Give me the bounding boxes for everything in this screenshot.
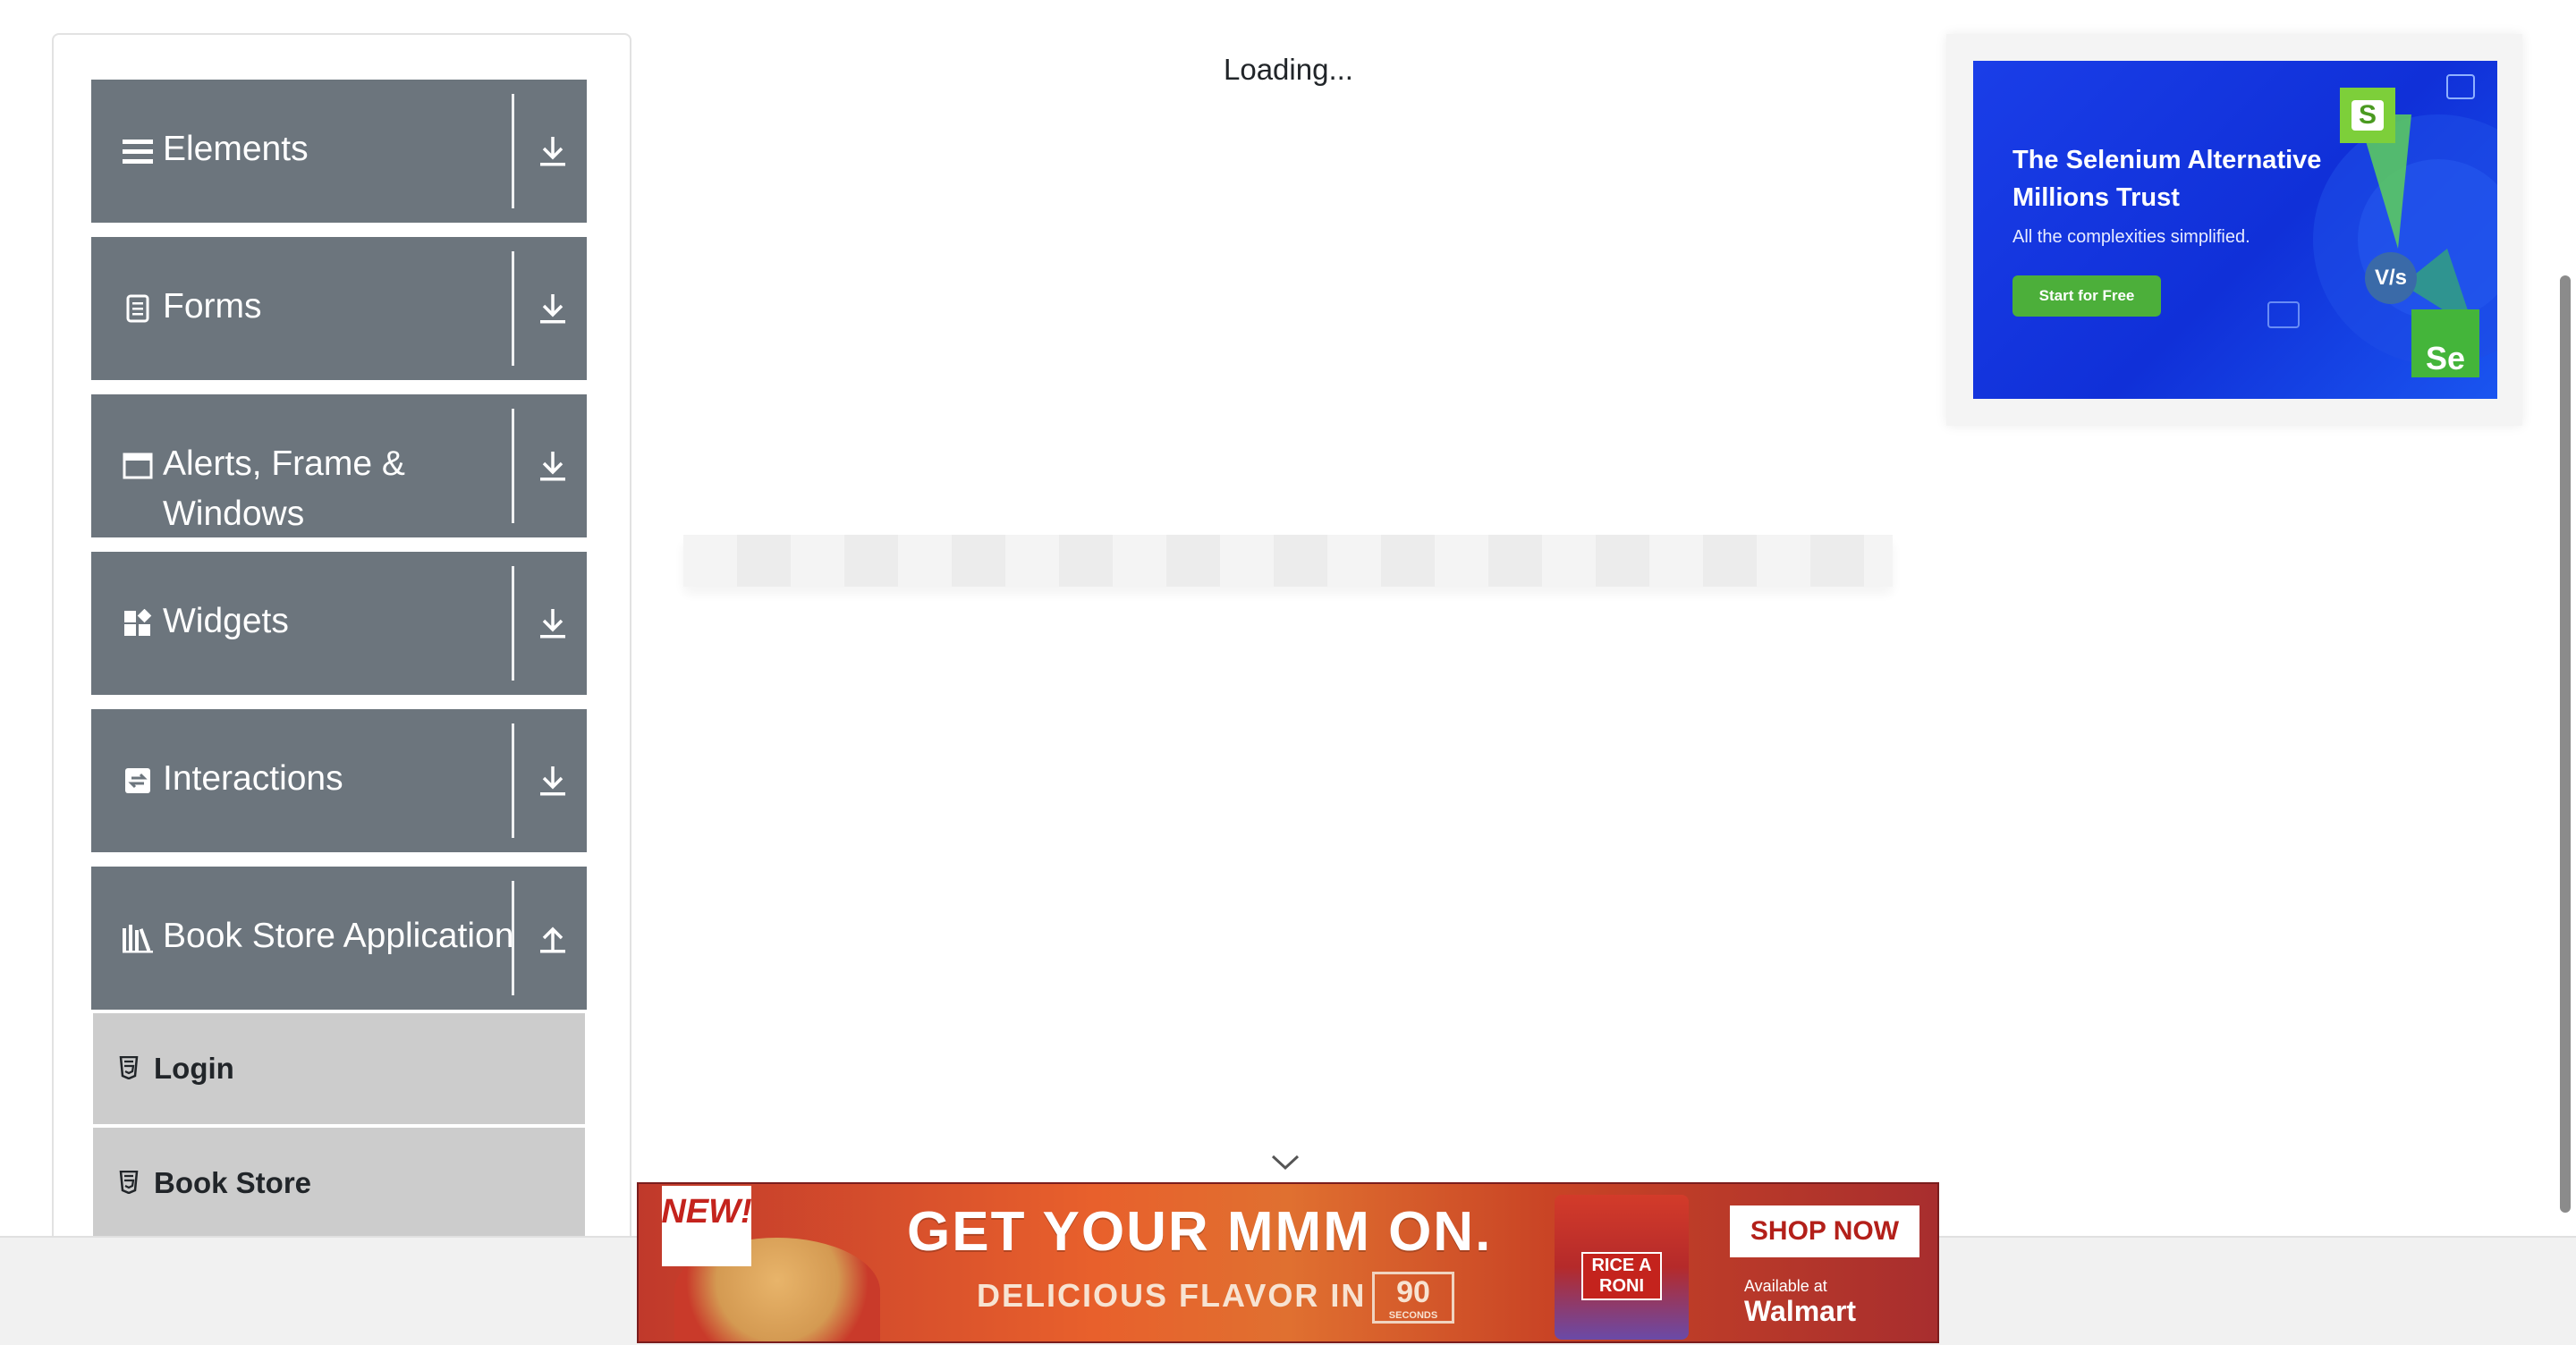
ad-subline: DELICIOUS FLAVOR IN <box>977 1277 1367 1314</box>
product-package-image: RICE A RONI <box>1555 1195 1689 1340</box>
group-header-forms[interactable]: Forms <box>91 237 587 380</box>
divider <box>512 723 514 838</box>
group-title: Book Store Application <box>163 917 514 955</box>
document-icon <box>122 289 154 328</box>
start-for-free-button[interactable]: Start for Free <box>2012 275 2161 317</box>
left-sidebar: Elements Forms Alerts, Frame & Windows W… <box>52 33 631 1287</box>
window-icon <box>122 446 154 486</box>
divider <box>512 94 514 208</box>
menu-item-login[interactable]: Login <box>93 1013 585 1124</box>
widgets-icon <box>122 604 154 643</box>
download-arrow-icon[interactable] <box>519 754 587 808</box>
group-title: Forms <box>163 287 262 326</box>
seconds-value: 90 <box>1396 1275 1430 1309</box>
group-header-alerts-frame-windows[interactable]: Alerts, Frame & Windows <box>91 394 587 537</box>
upload-arrow-icon[interactable] <box>519 911 587 965</box>
html5-icon <box>118 1054 140 1081</box>
download-arrow-icon[interactable] <box>519 282 587 335</box>
right-ad-frame: The Selenium Alternative Millions Trust … <box>1946 34 2522 426</box>
brand-label: RICE A RONI <box>1581 1252 1662 1300</box>
versus-badge: V/s <box>2365 252 2417 304</box>
group-header-elements[interactable]: Elements <box>91 80 587 223</box>
seconds-label: SECONDS <box>1388 1310 1438 1321</box>
selenium-logo-icon: Se <box>2411 309 2479 377</box>
ad-headline: The Selenium Alternative Millions Trust <box>2012 146 2322 212</box>
ad-headline: GET YOUR MMM ON. <box>907 1201 1493 1263</box>
divider <box>512 881 514 995</box>
retailer-logo: Walmart <box>1744 1295 1857 1327</box>
download-arrow-icon[interactable] <box>519 124 587 178</box>
books-icon <box>122 918 154 958</box>
chevron-down-icon[interactable] <box>1270 1152 1301 1173</box>
new-tag: NEW! <box>661 1186 752 1266</box>
group-header-interactions[interactable]: Interactions <box>91 709 587 852</box>
download-arrow-icon[interactable] <box>519 439 587 493</box>
divider <box>512 409 514 523</box>
ad-subtext: All the complexities simplified. <box>2012 227 2250 247</box>
group-header-widgets[interactable]: Widgets <box>91 552 587 695</box>
download-arrow-icon[interactable] <box>519 596 587 650</box>
group-title: Interactions <box>163 759 343 798</box>
menu-item-label: Book Store <box>154 1166 312 1199</box>
loading-text: Loading... <box>1224 53 1353 86</box>
available-at-label: Available at <box>1744 1277 1827 1295</box>
menu-item-book-store[interactable]: Book Store <box>93 1128 585 1239</box>
seconds-badge: 90 SECONDS <box>1372 1272 1454 1324</box>
menu-item-label: Login <box>154 1052 234 1085</box>
group-title: Elements <box>163 130 309 168</box>
bottom-banner-ad[interactable]: NEW! GET YOUR MMM ON. DELICIOUS FLAVOR I… <box>637 1182 1939 1343</box>
selenium-alternative-ad[interactable]: The Selenium Alternative Millions Trust … <box>1973 61 2497 399</box>
ad-placeholder-strip <box>683 535 1893 587</box>
group-title: Widgets <box>163 602 289 640</box>
hamburger-icon <box>122 131 154 171</box>
divider <box>512 566 514 681</box>
divider <box>512 251 514 366</box>
s-logo-icon: S <box>2340 88 2395 143</box>
s-logo-letter: S <box>2351 100 2384 131</box>
scrollbar-thumb[interactable] <box>2560 275 2571 1213</box>
shop-now-button[interactable]: SHOP NOW <box>1730 1205 1919 1257</box>
interactions-icon <box>122 761 154 800</box>
html5-icon <box>118 1169 140 1196</box>
group-title: Alerts, Frame & Windows <box>163 444 405 533</box>
group-header-book-store-application[interactable]: Book Store Application <box>91 867 587 1010</box>
